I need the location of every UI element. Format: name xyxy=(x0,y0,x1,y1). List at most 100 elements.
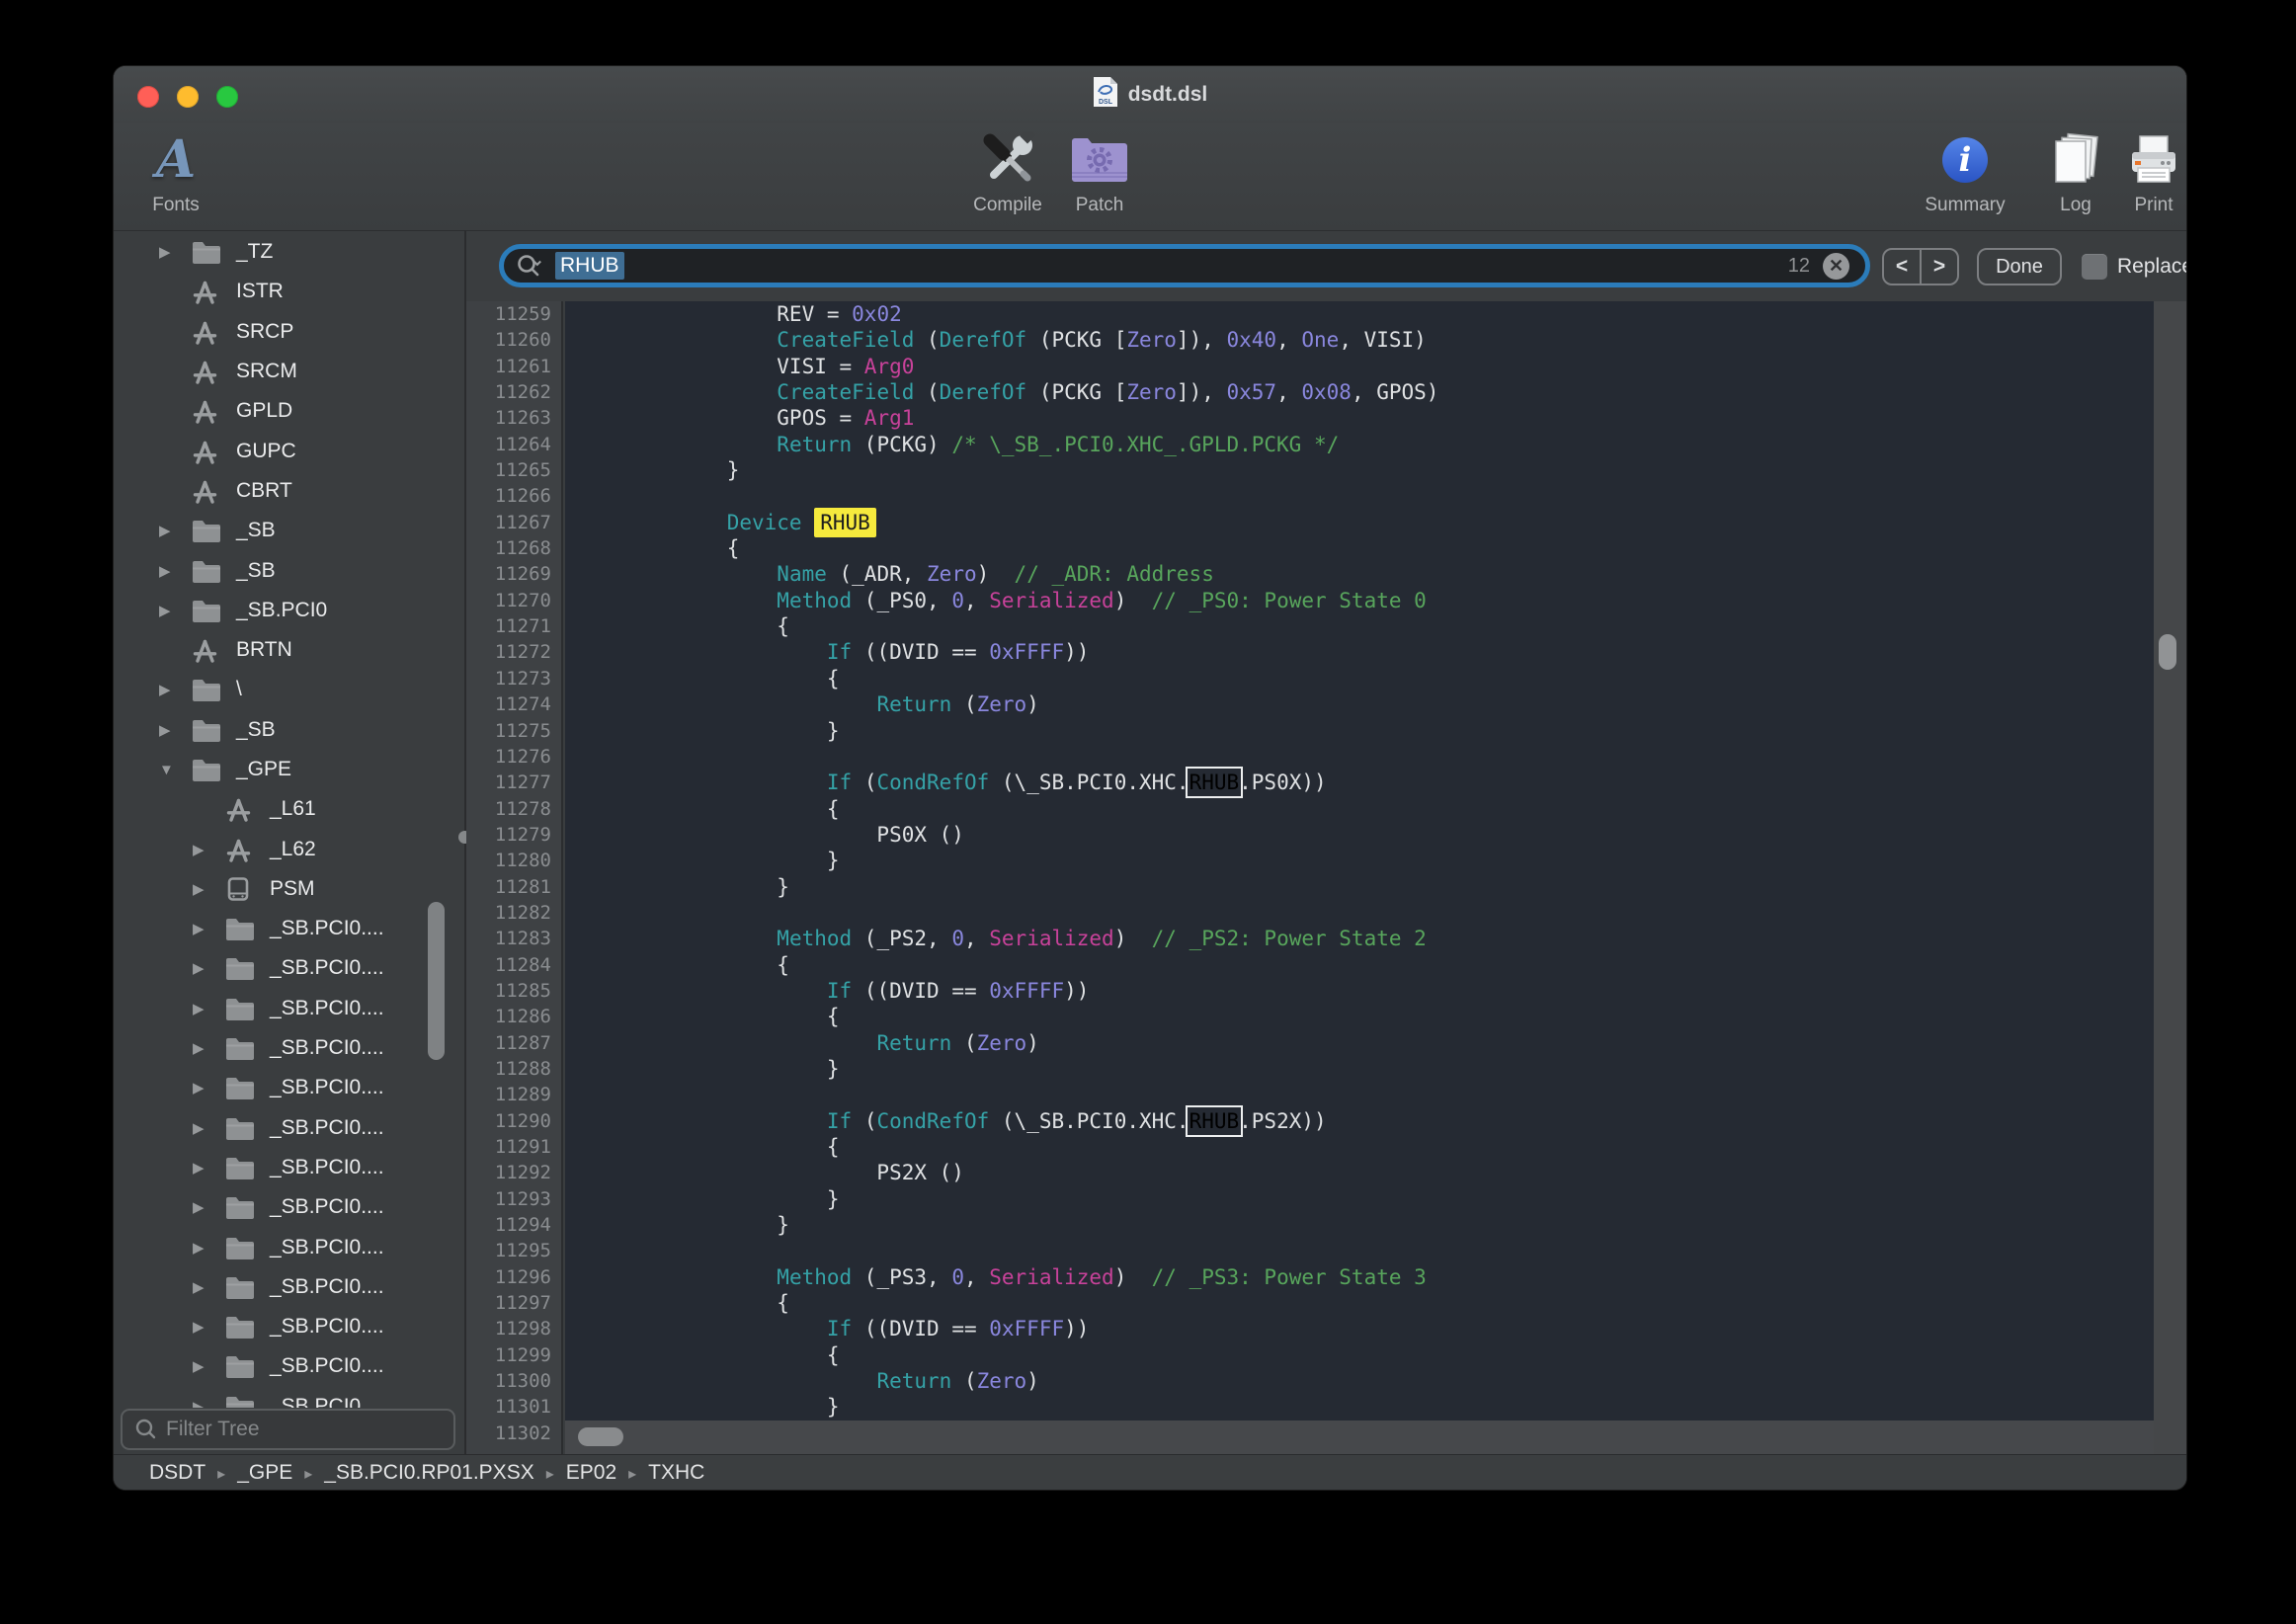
code-line-11293[interactable]: } xyxy=(577,1186,2154,1212)
disclosure-triangle-icon[interactable]: ▶ xyxy=(193,1119,224,1137)
code-line-11282[interactable] xyxy=(577,900,2154,926)
code-editor[interactable]: REV = 0x02 CreateField (DerefOf (PCKG [Z… xyxy=(565,301,2154,1421)
find-input[interactable]: RHUB 12 ✕ xyxy=(499,244,1870,287)
code-line-11270[interactable]: Method (_PS0, 0, Serialized) // _PS0: Po… xyxy=(577,588,2154,613)
tree-item-_sbpci0[interactable]: ▶_SB.PCI0 xyxy=(114,1387,457,1408)
print-button[interactable]: Print xyxy=(2115,127,2186,226)
code-line-11291[interactable]: { xyxy=(577,1134,2154,1160)
code-line-11286[interactable]: { xyxy=(577,1004,2154,1029)
log-button[interactable]: Log xyxy=(2036,127,2115,226)
code-line-11285[interactable]: If ((DVID == 0xFFFF)) xyxy=(577,978,2154,1004)
code-line-11262[interactable]: CreateField (DerefOf (PCKG [Zero]), 0x57… xyxy=(577,379,2154,405)
filter-tree-input[interactable] xyxy=(166,1418,423,1441)
code-line-11260[interactable]: CreateField (DerefOf (PCKG [Zero]), 0x40… xyxy=(577,327,2154,353)
filter-tree-field[interactable] xyxy=(121,1409,455,1450)
disclosure-triangle-icon[interactable]: ▶ xyxy=(193,880,224,898)
replace-checkbox[interactable] xyxy=(2082,254,2107,280)
disclosure-triangle-icon[interactable]: ▶ xyxy=(193,1398,224,1408)
code-line-11278[interactable]: { xyxy=(577,796,2154,822)
patch-button[interactable]: Patch xyxy=(1057,127,1142,226)
breadcrumb-item[interactable]: _SB.PCI0.RP01.PXSX xyxy=(324,1461,533,1484)
code-line-11279[interactable]: PS0X () xyxy=(577,822,2154,848)
disclosure-triangle-icon[interactable]: ▶ xyxy=(193,1039,224,1057)
code-line-11275[interactable]: } xyxy=(577,718,2154,744)
disclosure-triangle-icon[interactable]: ▶ xyxy=(193,1159,224,1177)
code-line-11295[interactable] xyxy=(577,1238,2154,1263)
disclosure-triangle-icon[interactable]: ▶ xyxy=(193,1079,224,1096)
code-line-11292[interactable]: PS2X () xyxy=(577,1160,2154,1185)
code-line-11284[interactable]: { xyxy=(577,952,2154,978)
tree-item-srcp[interactable]: SRCP xyxy=(114,312,457,352)
disclosure-triangle-icon[interactable]: ▶ xyxy=(193,1239,224,1257)
disclosure-triangle-icon[interactable]: ▶ xyxy=(159,243,191,261)
code-line-11263[interactable]: GPOS = Arg1 xyxy=(577,405,2154,431)
code-line-11297[interactable]: { xyxy=(577,1290,2154,1316)
disclosure-triangle-icon[interactable]: ▶ xyxy=(193,1318,224,1336)
tree-item-_l61[interactable]: _L61 xyxy=(114,789,457,829)
code-line-11273[interactable]: { xyxy=(577,666,2154,691)
tree-item-_sbpci0[interactable]: ▶_SB.PCI0.... xyxy=(114,1267,457,1307)
code-line-11268[interactable]: { xyxy=(577,535,2154,561)
disclosure-triangle-icon[interactable]: ▶ xyxy=(193,1278,224,1296)
breadcrumb-item[interactable]: _GPE xyxy=(237,1461,292,1484)
tree-item-_sbpci0[interactable]: ▶_SB.PCI0.... xyxy=(114,1187,457,1227)
horizontal-scrollbar[interactable] xyxy=(565,1421,2154,1454)
code-line-11289[interactable] xyxy=(577,1082,2154,1107)
tree-item-brtn[interactable]: BRTN xyxy=(114,630,457,670)
clear-search-icon[interactable]: ✕ xyxy=(1823,253,1849,280)
tree-item-istr[interactable]: ISTR xyxy=(114,272,457,311)
code-line-11269[interactable]: Name (_ADR, Zero) // _ADR: Address xyxy=(577,561,2154,587)
disclosure-triangle-icon[interactable]: ▶ xyxy=(193,1198,224,1216)
code-line-11272[interactable]: If ((DVID == 0xFFFF)) xyxy=(577,639,2154,665)
disclosure-triangle-icon[interactable]: ▶ xyxy=(159,681,191,698)
disclosure-triangle-icon[interactable]: ▶ xyxy=(193,959,224,977)
tree-item-gupc[interactable]: GUPC xyxy=(114,431,457,470)
disclosure-triangle-icon[interactable]: ▶ xyxy=(193,1000,224,1017)
summary-button[interactable]: i Summary xyxy=(1910,127,2020,226)
tree-item-[interactable]: ▶\ xyxy=(114,670,457,709)
vertical-scrollbar[interactable] xyxy=(2154,301,2186,1454)
tree-item-_sbpci0[interactable]: ▶_SB.PCI0 xyxy=(114,591,457,630)
code-line-11301[interactable]: } xyxy=(577,1394,2154,1420)
disclosure-triangle-icon[interactable]: ▶ xyxy=(193,841,224,858)
code-line-11266[interactable] xyxy=(577,483,2154,509)
tree-item-_sbpci0[interactable]: ▶_SB.PCI0.... xyxy=(114,1028,457,1068)
next-match-button[interactable]: > xyxy=(1920,250,1957,284)
tree-item-cbrt[interactable]: CBRT xyxy=(114,471,457,511)
code-line-11261[interactable]: VISI = Arg0 xyxy=(577,354,2154,379)
disclosure-triangle-icon[interactable]: ▶ xyxy=(193,920,224,937)
code-line-11259[interactable]: REV = 0x02 xyxy=(577,301,2154,327)
disclosure-triangle-icon[interactable]: ▶ xyxy=(193,1357,224,1375)
tree-item-_sbpci0[interactable]: ▶_SB.PCI0.... xyxy=(114,989,457,1028)
code-line-11280[interactable]: } xyxy=(577,848,2154,873)
code-line-11271[interactable]: { xyxy=(577,613,2154,639)
tree-item-_sbpci0[interactable]: ▶_SB.PCI0.... xyxy=(114,1108,457,1148)
code-line-11267[interactable]: Device RHUB xyxy=(577,510,2154,535)
code-line-11281[interactable]: } xyxy=(577,874,2154,900)
fonts-button[interactable]: A Fonts xyxy=(122,127,230,226)
tree-item-_sb[interactable]: ▶_SB xyxy=(114,710,457,750)
disclosure-triangle-icon[interactable]: ▶ xyxy=(159,602,191,619)
code-line-11298[interactable]: If ((DVID == 0xFFFF)) xyxy=(577,1316,2154,1341)
code-line-11264[interactable]: Return (PCKG) /* \_SB_.PCI0.XHC_.GPLD.PC… xyxy=(577,432,2154,457)
code-line-11294[interactable]: } xyxy=(577,1212,2154,1238)
tree-item-_sb[interactable]: ▶_SB xyxy=(114,550,457,590)
breadcrumb-item[interactable]: EP02 xyxy=(566,1461,616,1484)
code-line-11277[interactable]: If (CondRefOf (\_SB.PCI0.XHC.RHUB.PS0X)) xyxy=(577,770,2154,795)
code-line-11287[interactable]: Return (Zero) xyxy=(577,1030,2154,1056)
code-line-11283[interactable]: Method (_PS2, 0, Serialized) // _PS2: Po… xyxy=(577,926,2154,951)
tree-item-_sbpci0[interactable]: ▶_SB.PCI0.... xyxy=(114,1307,457,1346)
disclosure-triangle-icon[interactable]: ▼ xyxy=(159,762,191,778)
code-line-11296[interactable]: Method (_PS3, 0, Serialized) // _PS3: Po… xyxy=(577,1264,2154,1290)
breadcrumb-item[interactable]: TXHC xyxy=(648,1461,704,1484)
disclosure-triangle-icon[interactable]: ▶ xyxy=(159,562,191,580)
compile-button[interactable]: Compile xyxy=(953,127,1062,226)
breadcrumb-item[interactable]: DSDT xyxy=(149,1461,205,1484)
tree-item-psm[interactable]: ▶PSM xyxy=(114,869,457,909)
code-line-11288[interactable]: } xyxy=(577,1056,2154,1082)
sidebar-scrollbar-thumb[interactable] xyxy=(428,902,445,1060)
tree-item-gpld[interactable]: GPLD xyxy=(114,391,457,431)
done-button[interactable]: Done xyxy=(1977,248,2062,285)
vertical-scrollbar-thumb[interactable] xyxy=(2159,634,2176,670)
code-line-11299[interactable]: { xyxy=(577,1342,2154,1368)
